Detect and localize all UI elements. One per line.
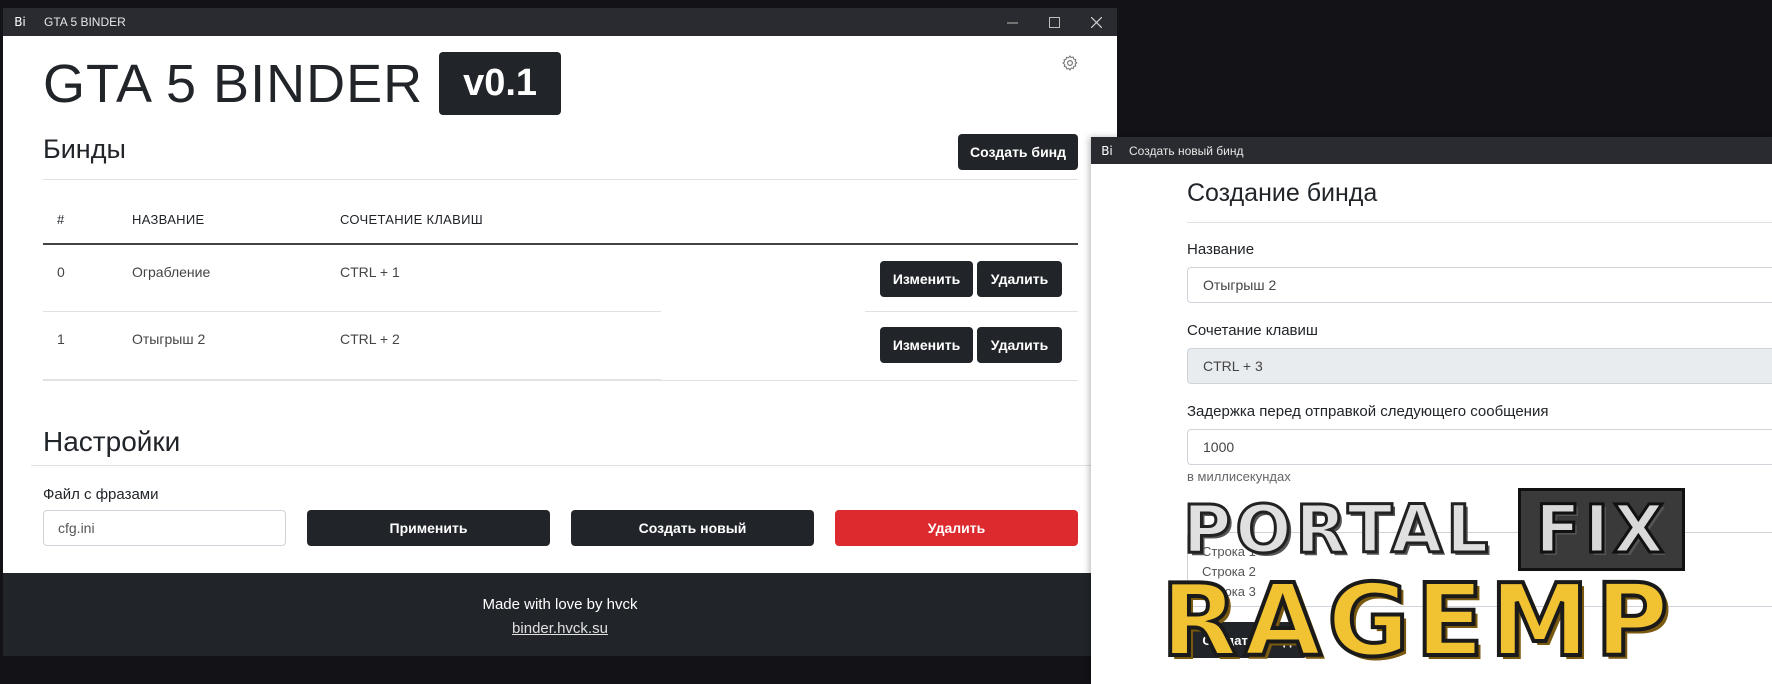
footer: Made with love by hvck binder.hvck.su [3,573,1117,656]
app-logo-icon: Bi [1101,143,1113,158]
delete-file-button[interactable]: Удалить [835,510,1078,546]
name-input[interactable]: Отыгрыш 2 [1187,267,1772,303]
close-icon [1090,16,1102,28]
footer-link[interactable]: binder.hvck.su [512,620,608,637]
window-title: GTA 5 BINDER [44,15,126,29]
divider [31,465,1117,466]
row-divider [43,379,661,381]
watermark-ragemp: RAGEMP [1159,566,1764,676]
maximize-icon [1048,16,1060,28]
divider [1187,222,1772,223]
hotkey-label: Сочетание клавиш [1187,322,1318,339]
app-header: GTA 5 BINDER v0.1 [43,52,562,115]
column-header-name: НАЗВАНИЕ [132,212,205,227]
app-title: GTA 5 BINDER [43,53,424,114]
delay-help-text: в миллисекундах [1187,469,1291,484]
row-index: 0 [57,264,65,280]
divider [43,179,1078,180]
window-controls [991,8,1117,36]
main-titlebar[interactable]: Bi GTA 5 BINDER [3,8,1117,36]
file-input[interactable] [43,510,286,546]
create-bind-button[interactable]: Создать бинд [958,134,1078,170]
table-header-divider [43,243,1078,245]
row-hotkey: CTRL + 2 [340,331,400,347]
column-header-hotkey: СОЧЕТАНИЕ КЛАВИШ [340,212,483,227]
watermark-portal-fix: PORTAL FIX [1181,488,1744,571]
dialog-heading: Создание бинда [1187,179,1378,207]
row-name: Ограбление [132,264,211,280]
main-window: Bi GTA 5 BINDER GTA 5 BINDER v0.1 Бинды … [3,8,1117,656]
watermark-portal-text: PORTAL FIX [1181,488,1685,571]
row-name: Отыгрыш 2 [132,331,206,347]
row-index: 1 [57,331,65,347]
edit-button[interactable]: Изменить [880,327,973,363]
dialog-titlebar[interactable]: Bi Создать новый бинд [1091,137,1772,164]
delete-button[interactable]: Удалить [977,327,1062,363]
binds-section-title: Бинды [43,134,126,164]
row-divider [43,311,661,312]
edit-button[interactable]: Изменить [880,261,973,297]
apply-button[interactable]: Применить [307,510,550,546]
row-divider [661,380,1078,381]
column-header-index: # [57,212,65,227]
name-label: Название [1187,241,1255,258]
gear-icon[interactable] [1061,54,1079,72]
app-logo-icon: Bi [14,15,26,29]
close-button[interactable] [1075,8,1117,36]
settings-section-title: Настройки [43,426,181,457]
footer-text: Made with love by hvck [482,596,638,613]
minimize-icon [1006,22,1018,23]
file-label: Файл с фразами [43,486,159,503]
create-new-button[interactable]: Создать новый [571,510,814,546]
delay-input[interactable]: 1000 [1187,429,1772,465]
delete-button[interactable]: Удалить [977,261,1062,297]
hotkey-input[interactable]: CTRL + 3 [1187,348,1772,384]
row-divider [865,311,1078,312]
watermark-ragemp-text: RAGEMP [1159,562,1675,679]
delay-label: Задержка перед отправкой следующего сооб… [1187,403,1549,420]
minimize-button[interactable] [991,8,1033,36]
version-badge: v0.1 [439,52,562,115]
watermark-fix-box: FIX [1518,488,1685,571]
dialog-window-title: Создать новый бинд [1129,143,1244,158]
row-hotkey: CTRL + 1 [340,264,400,280]
maximize-button[interactable] [1033,8,1075,36]
